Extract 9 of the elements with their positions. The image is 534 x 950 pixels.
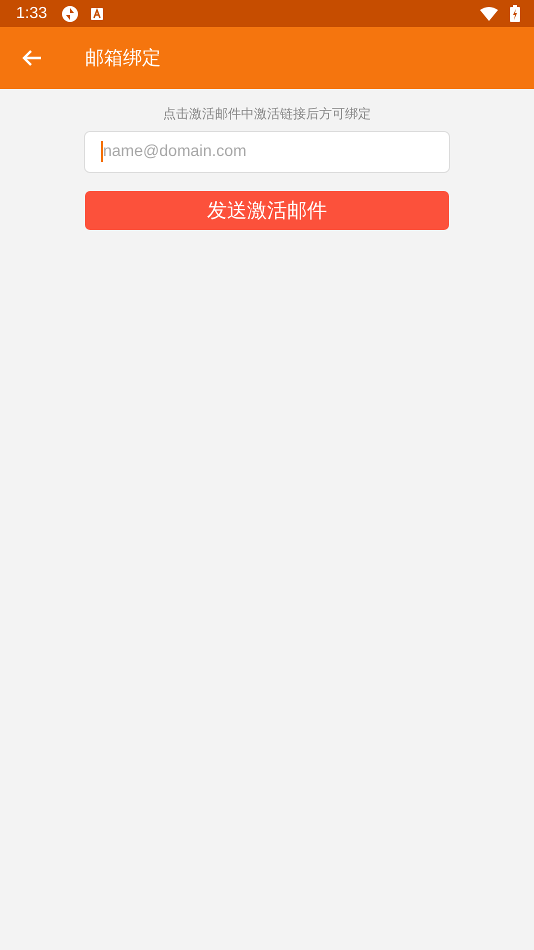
page-title: 邮箱绑定 [85, 46, 161, 71]
battery-icon [510, 5, 520, 22]
back-arrow-icon [22, 49, 42, 67]
email-field[interactable]: name@domain.com [84, 131, 450, 173]
wifi-icon [480, 6, 498, 20]
clock: 1:33 [16, 4, 48, 22]
app-notification-icon [91, 8, 104, 20]
send-button[interactable]: 发送激活邮件 [85, 191, 449, 230]
hint-text: 点击激活邮件中激活链接后方可绑定 [163, 106, 371, 123]
